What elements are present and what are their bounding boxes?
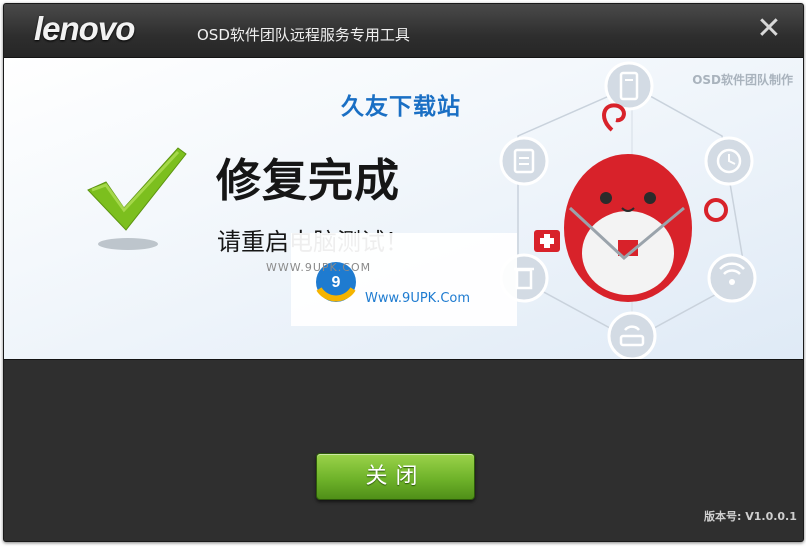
close-button[interactable]: 关闭 — [316, 453, 475, 500]
check-icon — [87, 147, 187, 250]
content-panel: OSD软件团队制作 修复完成 请重启电脑测试！ — [4, 57, 803, 361]
watermark-url: Www.9UPK.Com — [365, 291, 471, 306]
close-icon[interactable]: ✕ — [756, 14, 782, 44]
router-icon — [607, 311, 657, 359]
app-window: lenovo OSD软件团队远程服务专用工具 ✕ OSD软件团队制作 修复完成 … — [3, 3, 804, 542]
service-illustration — [499, 61, 757, 359]
clock-icon — [704, 136, 754, 186]
title-bar[interactable]: lenovo OSD软件团队远程服务专用工具 ✕ — [4, 4, 803, 57]
clipboard-icon — [499, 136, 549, 186]
wifi-icon — [707, 253, 757, 303]
footer-panel: 关闭 版本号: V1.0.0.1 — [4, 360, 803, 541]
version-label: 版本号: V1.0.0.1 — [704, 510, 797, 523]
window-title: OSD软件团队远程服务专用工具 — [197, 26, 410, 44]
phone-icon — [604, 61, 654, 111]
status-heading: 修复完成 — [216, 154, 401, 207]
watermark-overlay: 9 Www.9UPK.Com — [291, 233, 517, 326]
mascot-icon — [564, 103, 728, 302]
watermark-small-text: WWW.9UPK.COM — [266, 261, 372, 274]
first-aid-icon — [534, 230, 560, 252]
watermark-brand: 久友下载站 — [341, 94, 461, 120]
lenovo-logo: lenovo — [34, 10, 135, 47]
svg-text:9: 9 — [332, 274, 341, 291]
